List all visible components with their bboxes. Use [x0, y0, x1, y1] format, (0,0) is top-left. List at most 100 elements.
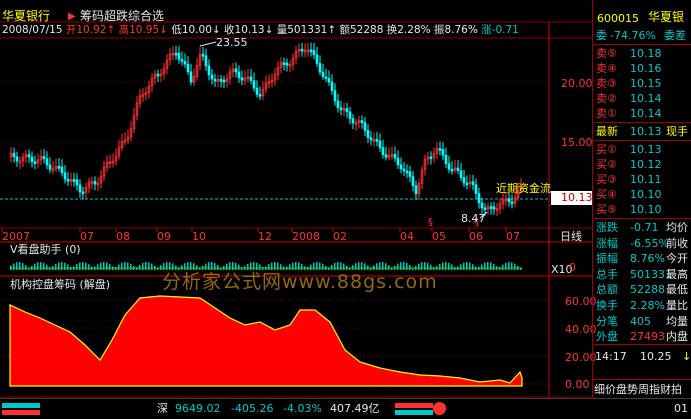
status-right: 01: [674, 402, 688, 415]
stock-short-name: 华夏银: [648, 10, 685, 24]
max-price-label: 23.55: [216, 36, 248, 49]
volume-bar: [232, 262, 234, 270]
buy-row: 买② 10.12: [596, 158, 662, 171]
candle: [492, 206, 496, 210]
quote-panel-border: [592, 0, 593, 398]
candle: [336, 100, 340, 108]
volume-bar: [493, 263, 495, 270]
volume-bar: [508, 262, 510, 270]
panel3-title[interactable]: 机构控盘筹码 (解盘): [10, 278, 110, 291]
volume-bar: [151, 263, 153, 270]
stat-row: 涨跌 -0.71 均价: [596, 221, 688, 234]
candle: [363, 122, 367, 131]
volume-bar: [490, 262, 492, 270]
candle: [462, 177, 466, 184]
volume-bar: [358, 262, 360, 270]
time-tick: 08: [116, 230, 130, 243]
volume-bar: [421, 262, 423, 270]
volume-bar: [19, 262, 21, 270]
market-bar-1: [2, 403, 40, 408]
candle: [444, 154, 448, 164]
alert-icon[interactable]: [433, 402, 446, 415]
time-tick: 2007: [2, 230, 30, 243]
volume-bar: [229, 262, 231, 270]
volume-bar: [187, 262, 189, 270]
volume-bar: [322, 263, 324, 270]
candle: [57, 165, 61, 169]
volume-bar: [58, 262, 60, 270]
last-price-row: 最新 10.13 现手: [596, 125, 688, 138]
volume-bar: [505, 262, 507, 270]
volume-bar: [319, 262, 321, 270]
volume-bar: [100, 262, 102, 270]
volume-bar: [334, 262, 336, 270]
candle: [222, 79, 226, 83]
candle: [219, 79, 223, 82]
period-label[interactable]: 日线: [560, 230, 582, 243]
volume-bar: [430, 264, 432, 270]
volume-bar: [298, 262, 300, 270]
candle: [285, 62, 289, 66]
volume-bar: [310, 264, 312, 270]
volume-bar: [118, 264, 120, 270]
stat-row: 外盘 27493 内盘: [596, 330, 688, 344]
volume-bar: [502, 264, 504, 270]
volume-bar: [76, 264, 78, 270]
volume-bar: [148, 262, 150, 270]
max-pointer: [199, 41, 217, 47]
candle: [255, 87, 259, 95]
volume-bar: [385, 263, 387, 270]
candle: [249, 76, 253, 81]
volume-bar: [139, 264, 141, 270]
volume-bar: [292, 262, 294, 270]
candle: [411, 176, 415, 186]
candle: [240, 77, 244, 81]
stat-row: 涨幅 -6.55% 前收: [596, 236, 688, 250]
candle: [183, 60, 187, 65]
volume-bar: [487, 262, 489, 270]
volume-bar: [82, 262, 84, 270]
volume-bar: [142, 262, 144, 270]
candle: [15, 156, 19, 162]
candle: [351, 118, 355, 124]
sell-row: 卖③ 10.15: [596, 77, 662, 90]
time-tick: 06: [469, 230, 483, 243]
volume-bar: [46, 264, 48, 270]
play-icon[interactable]: ▶: [68, 10, 76, 23]
candle: [471, 181, 475, 186]
tick-list: [594, 367, 691, 379]
buy-row: 买⑤ 10.10: [596, 203, 662, 216]
candle: [60, 166, 64, 174]
panel2-title[interactable]: V看盘助手 (0): [10, 243, 81, 256]
candle: [369, 137, 373, 141]
order-ratio-row: 委 -74.76% 委差: [596, 29, 686, 42]
volume-bar: [418, 263, 420, 270]
candle: [459, 170, 463, 178]
quote-tabs[interactable]: 细价盘势周指财拍: [594, 383, 682, 396]
volume-bar: [445, 262, 447, 270]
time-tick: 07: [80, 230, 94, 243]
time-tick: 04: [400, 230, 414, 243]
volume-bar: [364, 263, 366, 270]
indicator-title[interactable]: 筹码超跌综合选: [80, 10, 164, 23]
candle: [450, 168, 454, 172]
index-change: -405.26: [231, 402, 274, 415]
volume-bar: [184, 263, 186, 270]
volume-bar: [172, 263, 174, 270]
candle: [237, 71, 241, 78]
volume-bar: [439, 263, 441, 270]
volume-bar: [169, 262, 171, 270]
volume-bar: [382, 262, 384, 270]
volume-bar: [289, 264, 291, 270]
s-marker-icon: §: [428, 217, 433, 228]
volume-bar: [85, 262, 87, 270]
volume-bar: [442, 262, 444, 270]
ohlc-line: 2008/07/15 开10.92↑ 高10.95↓ 低10.00↓ 收10.1…: [2, 24, 519, 36]
candle: [180, 59, 184, 62]
volume-bar: [97, 264, 99, 270]
volume-bar: [469, 262, 471, 270]
sell-row: 卖⑤ 10.18: [596, 47, 662, 60]
stock-code: 600015: [597, 12, 639, 25]
status-bar: 深 9649.02 -405.26 -4.03% 407.49亿 01: [0, 398, 691, 419]
time-tick: 07: [506, 230, 520, 243]
